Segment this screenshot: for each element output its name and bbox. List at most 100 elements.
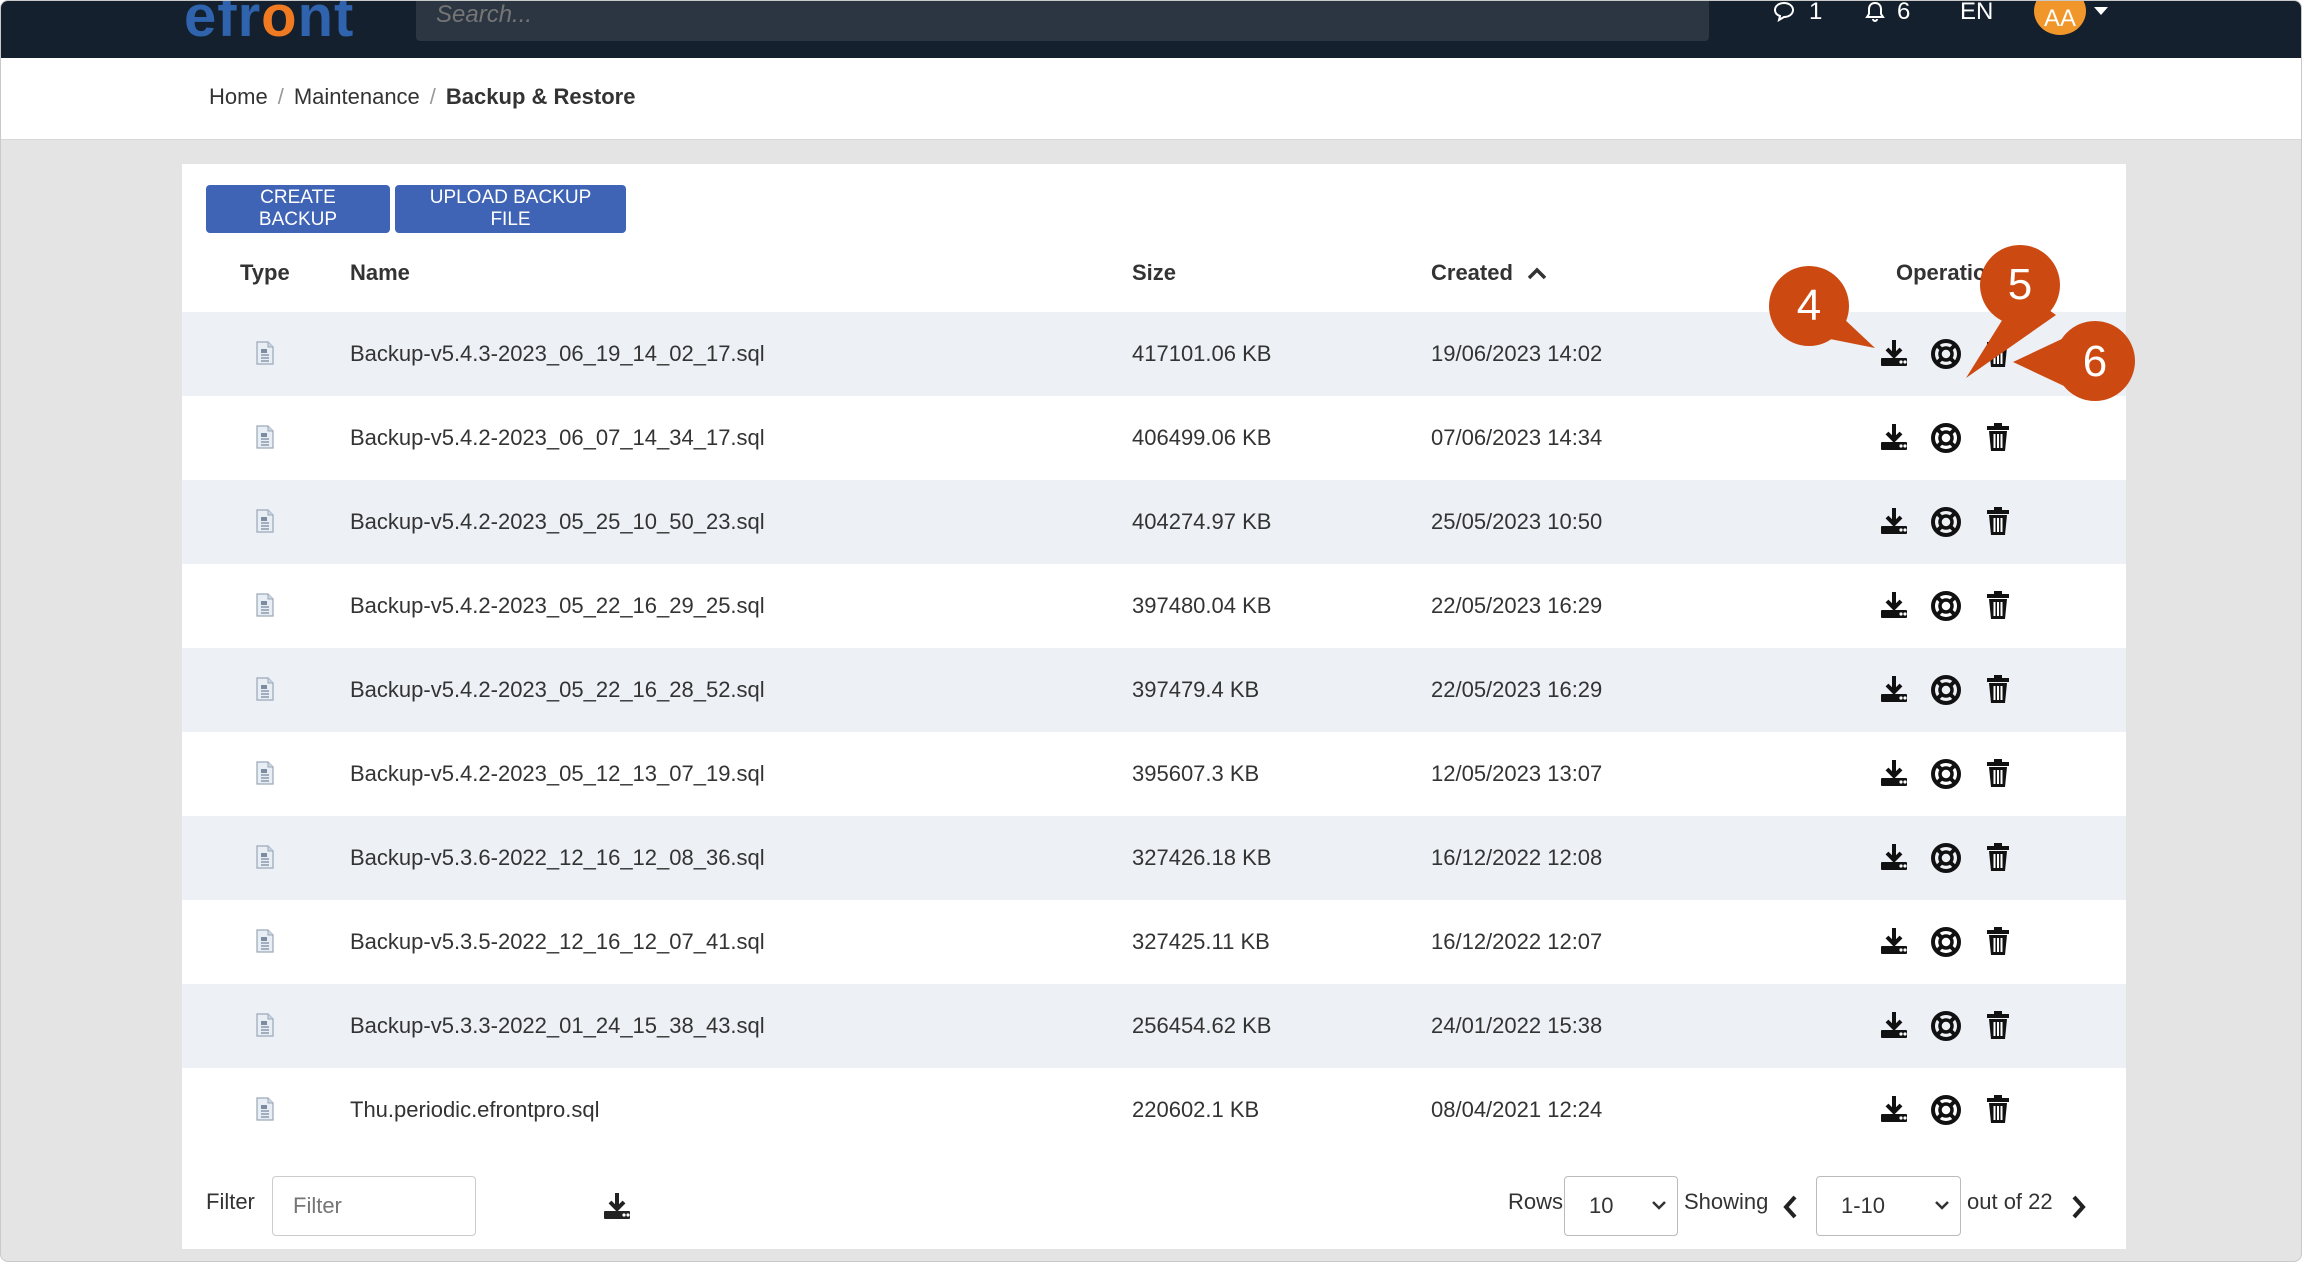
sql-file-icon <box>256 509 274 538</box>
callout-6: 6 <box>2013 321 2135 401</box>
efront-logo[interactable]: efront <box>184 0 354 50</box>
previous-page-icon[interactable] <box>1782 1194 1798 1220</box>
table-row[interactable]: Backup-v5.3.5-2022_12_16_12_07_41.sql 327… <box>182 900 2126 984</box>
chat-icon <box>1773 1 1795 23</box>
sql-file-icon <box>256 845 274 874</box>
bell-icon <box>1865 1 1885 22</box>
backup-created: 19/06/2023 14:02 <box>1431 341 1603 366</box>
backup-name: Thu.periodic.efrontpro.sql <box>350 1097 600 1122</box>
restore-lifebuoy-icon[interactable] <box>1930 506 1962 543</box>
row-operations <box>1879 422 2039 454</box>
download-icon[interactable] <box>1879 674 1909 709</box>
backup-size: 397479.4 KB <box>1132 677 1260 702</box>
sql-file-icon <box>256 593 274 622</box>
row-operations <box>1879 1094 2039 1126</box>
backup-size: 406499.06 KB <box>1132 425 1272 450</box>
row-operations <box>1879 674 2039 706</box>
download-icon[interactable] <box>1879 590 1909 625</box>
language-selector[interactable]: EN <box>1960 1 1993 25</box>
table-row[interactable]: Backup-v5.3.6-2022_12_16_12_08_36.sql 327… <box>182 816 2126 900</box>
backup-created: 12/05/2023 13:07 <box>1431 761 1603 786</box>
backup-created: 07/06/2023 14:34 <box>1431 425 1603 450</box>
trash-icon[interactable] <box>1986 674 2010 709</box>
export-download-icon[interactable] <box>602 1191 632 1221</box>
breadcrumb-separator: / <box>429 84 436 109</box>
trash-icon[interactable] <box>1986 590 2010 625</box>
table-row[interactable]: Backup-v5.4.2-2023_05_12_13_07_19.sql 395… <box>182 732 2126 816</box>
filter-input[interactable] <box>272 1176 476 1236</box>
restore-lifebuoy-icon[interactable] <box>1930 1010 1962 1047</box>
trash-icon[interactable] <box>1986 506 2010 541</box>
trash-icon[interactable] <box>1986 842 2010 877</box>
download-icon[interactable] <box>1879 926 1909 961</box>
column-header-created[interactable]: Created <box>1431 260 1547 286</box>
rows-per-page-select[interactable]: 10 <box>1564 1176 1678 1236</box>
total-count-label: out of 22 <box>1967 1189 2053 1214</box>
download-icon[interactable] <box>1879 842 1909 877</box>
restore-lifebuoy-icon[interactable] <box>1930 926 1962 963</box>
restore-lifebuoy-icon[interactable] <box>1930 590 1962 627</box>
breadcrumb-maintenance[interactable]: Maintenance <box>294 84 420 110</box>
trash-icon[interactable] <box>1986 422 2010 457</box>
next-page-icon[interactable] <box>2071 1194 2087 1220</box>
messages-button[interactable]: 1 <box>1773 1 1822 25</box>
sql-file-icon <box>256 677 274 706</box>
column-header-name[interactable]: Name <box>350 260 410 286</box>
callout-4: 4 <box>1769 266 1875 348</box>
trash-icon[interactable] <box>1986 758 2010 793</box>
sql-file-icon <box>256 425 274 454</box>
chevron-down-icon <box>1935 1201 1949 1210</box>
backup-size: 397480.04 KB <box>1132 593 1272 618</box>
table-row[interactable]: Backup-v5.4.2-2023_05_22_16_28_52.sql 397… <box>182 648 2126 732</box>
download-icon[interactable] <box>1879 1010 1909 1045</box>
avatar-initials: AA <box>2043 5 2076 32</box>
download-icon[interactable] <box>1879 1094 1909 1129</box>
restore-lifebuoy-icon[interactable] <box>1930 422 1962 459</box>
backup-created: 22/05/2023 16:29 <box>1431 677 1603 702</box>
backup-created: 24/01/2022 15:38 <box>1431 1013 1603 1038</box>
restore-lifebuoy-icon[interactable] <box>1930 842 1962 879</box>
breadcrumb-separator: / <box>277 84 284 109</box>
backup-name: Backup-v5.3.3-2022_01_24_15_38_43.sql <box>350 1013 765 1038</box>
restore-lifebuoy-icon[interactable] <box>1930 674 1962 711</box>
table-row[interactable]: Backup-v5.4.2-2023_05_22_16_29_25.sql 397… <box>182 564 2126 648</box>
restore-lifebuoy-icon[interactable] <box>1930 338 1962 375</box>
download-icon[interactable] <box>1879 506 1909 541</box>
page-range-select[interactable]: 1-10 <box>1816 1176 1961 1236</box>
table-row[interactable]: Backup-v5.4.2-2023_05_25_10_50_23.sql 404… <box>182 480 2126 564</box>
app-window: efront 1 6 EN AA Home / Maintenance / Ba… <box>0 0 2302 1262</box>
backup-name: Backup-v5.4.2-2023_05_22_16_29_25.sql <box>350 593 765 618</box>
download-icon[interactable] <box>1879 422 1909 457</box>
row-operations <box>1879 758 2039 790</box>
search-box[interactable] <box>416 1 1709 41</box>
table-row[interactable]: Thu.periodic.efrontpro.sql 220602.1 KB 08/… <box>182 1068 2126 1152</box>
search-input[interactable] <box>416 1 1620 29</box>
row-operations <box>1879 926 2039 958</box>
avatar[interactable]: AA <box>2034 1 2086 35</box>
row-operations <box>1879 842 2039 874</box>
backup-name: Backup-v5.3.5-2022_12_16_12_07_41.sql <box>350 929 765 954</box>
restore-lifebuoy-icon[interactable] <box>1930 758 1962 795</box>
column-header-type[interactable]: Type <box>240 260 290 286</box>
breadcrumb-bar: Home / Maintenance / Backup & Restore <box>1 58 2301 140</box>
column-header-size[interactable]: Size <box>1132 260 1176 286</box>
table-row[interactable]: Backup-v5.4.2-2023_06_07_14_34_17.sql 406… <box>182 396 2126 480</box>
trash-icon[interactable] <box>1986 1094 2010 1129</box>
trash-icon[interactable] <box>1986 926 2010 961</box>
sql-file-icon <box>256 341 274 370</box>
chevron-down-icon[interactable] <box>2094 7 2108 15</box>
notifications-button[interactable]: 6 <box>1863 1 1910 25</box>
sql-file-icon <box>256 1097 274 1126</box>
sql-file-icon <box>256 761 274 790</box>
upload-backup-button[interactable]: UPLOAD BACKUP FILE <box>395 185 626 233</box>
backup-size: 417101.06 KB <box>1132 341 1272 366</box>
breadcrumb-home[interactable]: Home <box>209 84 268 110</box>
restore-lifebuoy-icon[interactable] <box>1930 1094 1962 1131</box>
table-row[interactable]: Backup-v5.3.3-2022_01_24_15_38_43.sql 256… <box>182 984 2126 1068</box>
download-icon[interactable] <box>1879 758 1909 793</box>
trash-icon[interactable] <box>1986 1010 2010 1045</box>
filter-label: Filter <box>206 1189 255 1214</box>
create-backup-button[interactable]: CREATE BACKUP <box>206 185 390 233</box>
logo-text-o: o <box>261 0 298 49</box>
backup-size: 327425.11 KB <box>1132 929 1270 954</box>
